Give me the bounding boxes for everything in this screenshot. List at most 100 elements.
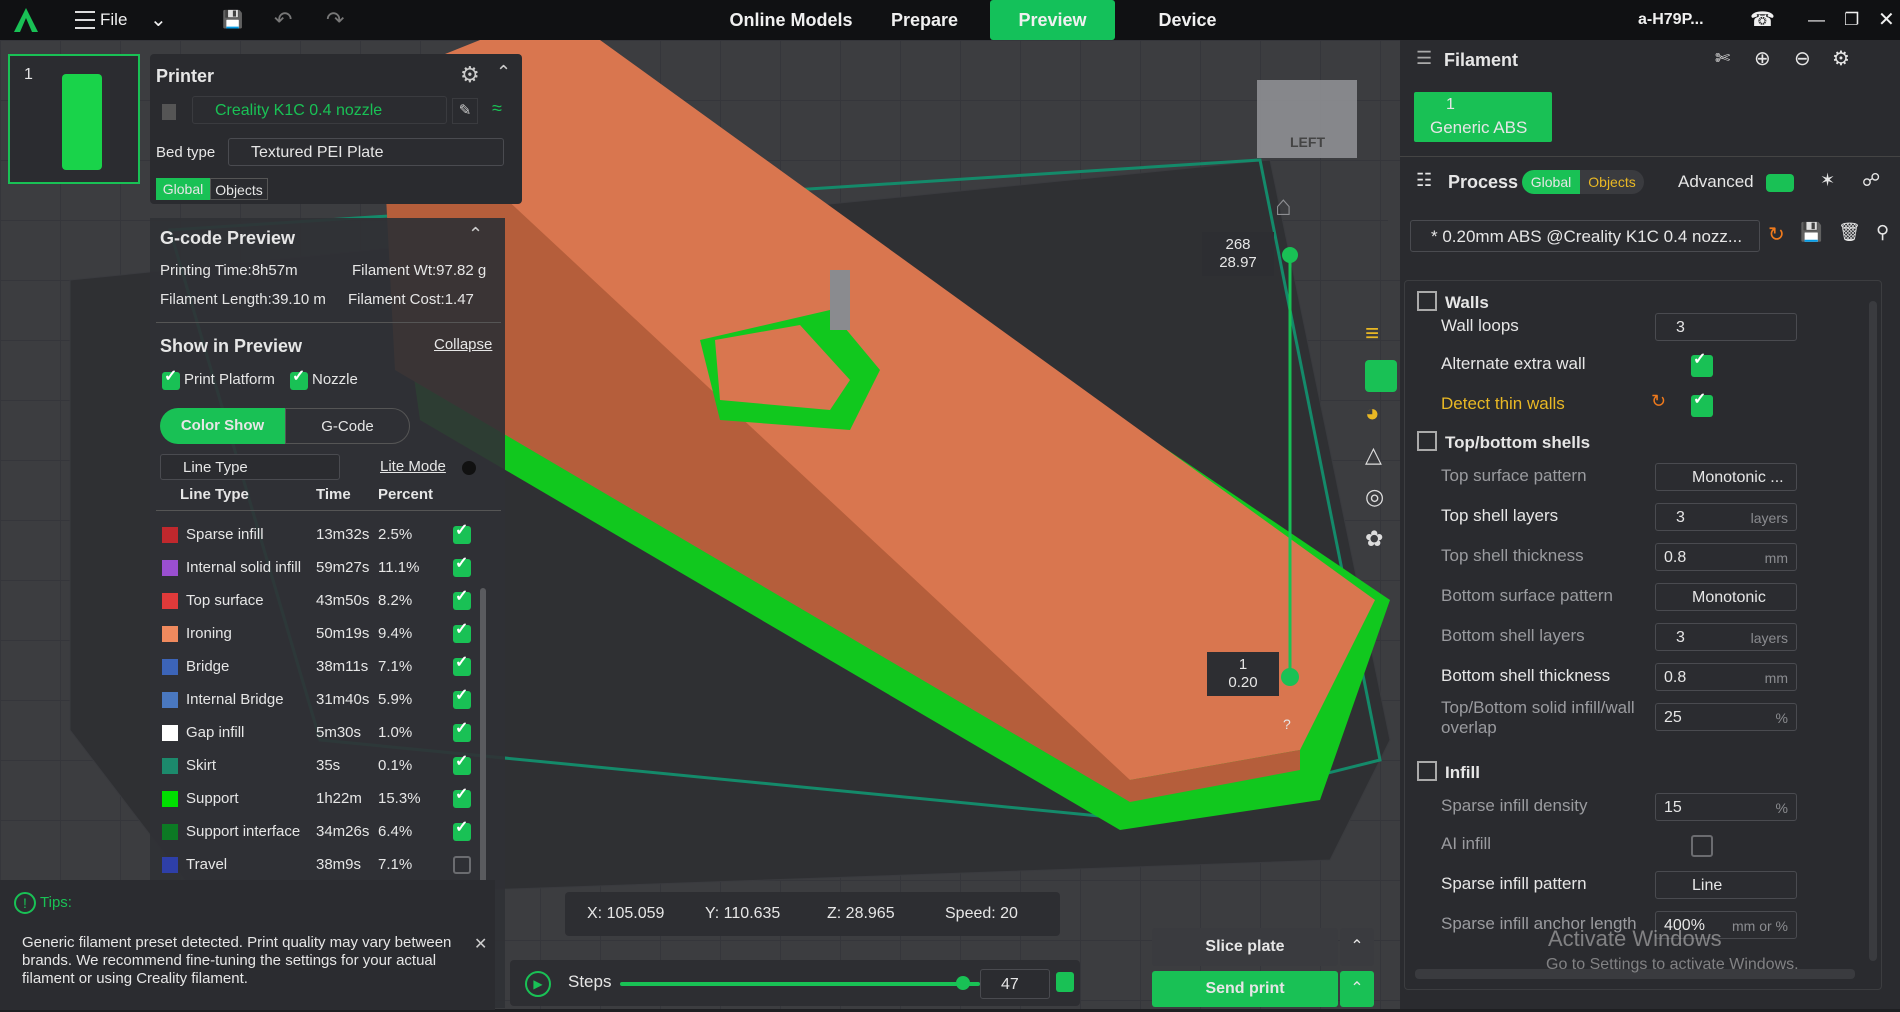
explode-icon[interactable]: ✿ — [1365, 526, 1397, 558]
line-type-percent: 15.3% — [378, 790, 421, 807]
line-type-visibility-checkbox[interactable] — [453, 784, 471, 808]
gcode-button[interactable]: G-Code — [285, 408, 410, 444]
process-global-toggle[interactable]: Global — [1522, 170, 1580, 194]
tips-close-icon[interactable]: ✕ — [474, 934, 487, 954]
nozzle-checkbox[interactable] — [290, 366, 308, 390]
sparse-infill-density-input[interactable]: 15% — [1655, 793, 1797, 821]
save-preset-icon[interactable]: 💾 — [1800, 222, 1822, 243]
wall-loops-input[interactable]: 3 — [1655, 313, 1797, 341]
view-cube[interactable]: LEFT — [1255, 72, 1355, 162]
play-icon[interactable]: ▶ — [525, 971, 551, 997]
advanced-toggle[interactable] — [1766, 174, 1794, 192]
minimize-icon[interactable]: — — [1808, 0, 1825, 40]
panel-collapse-handle[interactable] — [1388, 170, 1400, 270]
steps-value-input[interactable]: 47 — [980, 969, 1050, 999]
detect-thin-walls-reset-icon[interactable]: ↻ — [1651, 391, 1666, 412]
line-type-visibility-checkbox[interactable] — [453, 718, 471, 742]
delete-preset-icon[interactable]: 🗑 — [1838, 222, 1861, 243]
filament-settings-icon[interactable]: ⚙ — [1832, 46, 1850, 71]
line-type-visibility-checkbox[interactable] — [453, 553, 471, 577]
select-icon[interactable] — [1365, 360, 1397, 392]
print-platform-checkbox[interactable] — [162, 366, 180, 390]
chevron-down-icon[interactable]: ⌄ — [150, 0, 167, 40]
remove-filament-icon[interactable]: ⊖ — [1794, 46, 1811, 71]
undo-icon[interactable]: ↶ — [274, 0, 292, 40]
wifi-icon[interactable]: ≈ — [492, 98, 502, 119]
line-type-visibility-checkbox[interactable] — [453, 619, 471, 643]
add-filament-icon[interactable]: ⊕ — [1754, 46, 1771, 71]
menu-icon[interactable] — [75, 11, 95, 29]
process-preset-select[interactable]: * 0.20mm ABS @Creality K1C 0.4 nozz... — [1410, 220, 1760, 252]
filament-slot[interactable]: 1 Generic ABS — [1414, 92, 1552, 142]
tab-prepare[interactable]: Prepare — [872, 0, 977, 40]
gcode-collapse-icon[interactable]: ⌃ — [468, 224, 483, 245]
close-icon[interactable]: ✕ — [1878, 0, 1895, 40]
help-icon[interactable]: ? — [1283, 716, 1291, 732]
line-type-visibility-checkbox[interactable] — [453, 856, 471, 874]
line-type-time: 38m11s — [316, 658, 369, 675]
measure-icon[interactable]: △ — [1365, 442, 1397, 474]
printer-select[interactable]: Creality K1C 0.4 nozzle — [192, 96, 447, 124]
detect-thin-walls-checkbox[interactable] — [1691, 389, 1713, 417]
home-icon[interactable]: ⌂ — [1275, 190, 1292, 222]
bottom-shell-layers-input[interactable]: 3 layers — [1655, 623, 1797, 651]
sparse-infill-pattern-select[interactable]: Line — [1655, 871, 1797, 899]
bed-type-select[interactable]: Textured PEI Plate — [228, 138, 504, 166]
gear-icon[interactable]: ⚙ — [460, 62, 480, 88]
steps-slider-track[interactable] — [620, 982, 980, 986]
send-print-button[interactable]: Send print — [1152, 971, 1338, 1007]
send-dropdown-icon[interactable]: ⌃ — [1340, 971, 1374, 1007]
share-icon[interactable]: ☍ — [1862, 170, 1880, 191]
compare-icon[interactable]: ✶ — [1820, 170, 1835, 191]
collapse-link[interactable]: Collapse — [434, 336, 492, 353]
slice-dropdown-icon[interactable]: ⌃ — [1340, 928, 1374, 966]
layers-icon[interactable]: ≡ — [1365, 320, 1397, 352]
process-objects-toggle[interactable]: Objects — [1580, 170, 1644, 194]
filament-spray-icon[interactable]: ✄ — [1715, 48, 1730, 69]
bottom-shell-thickness-input[interactable]: 0.8 mm — [1655, 663, 1797, 691]
line-type-select[interactable]: Line Type — [160, 454, 340, 480]
overlap-input[interactable]: 25% — [1655, 703, 1797, 731]
restore-icon[interactable]: ❐ — [1844, 0, 1859, 40]
collapse-icon[interactable]: ⌃ — [496, 62, 511, 83]
printer-objects-toggle[interactable]: Objects — [210, 178, 268, 200]
top-surface-pattern-select[interactable]: Monotonic ... — [1655, 463, 1797, 491]
slice-plate-button[interactable]: Slice plate — [1152, 928, 1338, 966]
line-type-visibility-checkbox[interactable] — [453, 685, 471, 709]
tab-online-models[interactable]: Online Models — [720, 0, 862, 40]
top-shell-layers-input[interactable]: 3 layers — [1655, 503, 1797, 531]
reset-icon[interactable]: ↻ — [1768, 222, 1785, 247]
line-type-color-swatch — [162, 659, 178, 675]
line-type-visibility-checkbox[interactable] — [453, 586, 471, 610]
edit-icon[interactable]: ✎ — [452, 98, 478, 124]
color-show-button[interactable]: Color Show — [160, 408, 285, 444]
bottom-surface-pattern-select[interactable]: Monotonic — [1655, 583, 1797, 611]
steps-layers-icon[interactable] — [1056, 972, 1074, 992]
speed-icon[interactable]: ◕ — [1365, 400, 1397, 432]
support-icon[interactable]: ☎ — [1750, 0, 1775, 40]
process-title: Process — [1448, 172, 1519, 192]
tab-preview[interactable]: Preview — [990, 0, 1115, 40]
line-type-visibility-checkbox[interactable] — [453, 817, 471, 841]
lite-mode-toggle[interactable] — [462, 461, 476, 475]
line-type-visibility-checkbox[interactable] — [453, 520, 471, 544]
line-type-percent: 11.1% — [378, 559, 420, 576]
device-name[interactable]: a-H79P... — [1638, 0, 1704, 40]
settings-vscrollbar[interactable] — [1869, 301, 1877, 961]
printer-global-toggle[interactable]: Global — [156, 178, 210, 200]
target-icon[interactable]: ◎ — [1365, 484, 1397, 516]
save-icon[interactable]: 💾 — [222, 0, 243, 40]
line-type-visibility-checkbox[interactable] — [453, 652, 471, 676]
alternate-extra-wall-checkbox[interactable] — [1691, 349, 1713, 377]
ai-infill-checkbox[interactable] — [1691, 835, 1713, 857]
plate-thumbnail[interactable]: 1 — [8, 54, 140, 184]
file-menu[interactable]: File — [100, 0, 127, 40]
steps-slider-handle[interactable] — [956, 976, 970, 990]
search-icon[interactable]: ⚲ — [1876, 222, 1889, 243]
redo-icon[interactable]: ↷ — [326, 0, 344, 40]
top-shell-thickness-input[interactable]: 0.8 mm — [1655, 543, 1797, 571]
tab-device[interactable]: Device — [1140, 0, 1235, 40]
layer-bottom-label: 1 0.20 — [1207, 652, 1279, 696]
line-type-visibility-checkbox[interactable] — [453, 751, 471, 775]
line-type-color-swatch — [162, 824, 178, 840]
